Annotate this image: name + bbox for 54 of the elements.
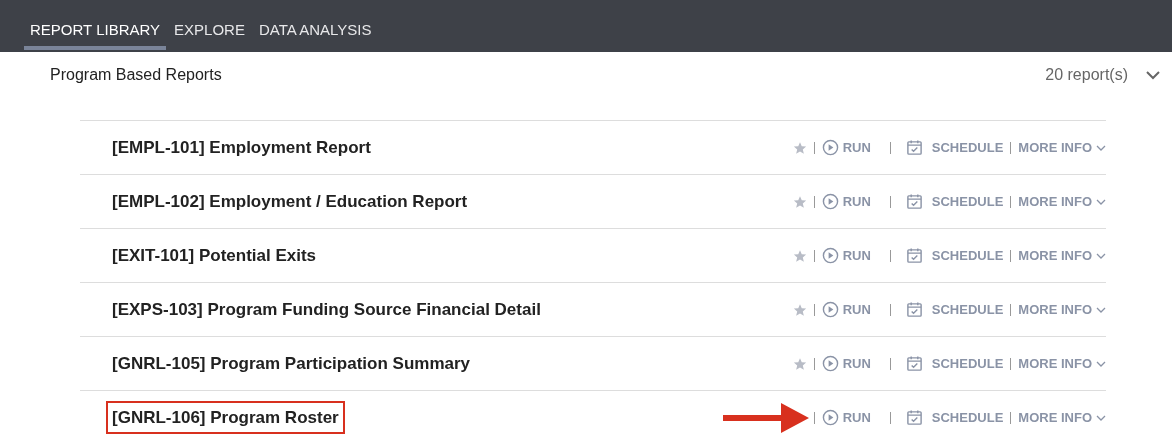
run-link[interactable]: RUN [821, 353, 871, 374]
star-icon[interactable] [792, 248, 807, 263]
schedule-link[interactable]: SCHEDULE [905, 407, 1004, 428]
tab[interactable]: DATA ANALYSIS [252, 0, 378, 50]
section-title: Program Based Reports [50, 65, 222, 85]
chevron-down-icon [1146, 70, 1160, 80]
calendar-icon [905, 409, 923, 426]
play-icon [821, 355, 839, 372]
schedule-link[interactable]: SCHEDULE [905, 191, 1004, 212]
report-title[interactable]: [GNRL-106] Program Roster [106, 400, 345, 435]
chevron-down-icon [1096, 414, 1106, 421]
more-info-link[interactable]: MORE INFO [1018, 407, 1106, 428]
run-link[interactable]: RUN [821, 245, 871, 266]
chevron-down-icon [1096, 144, 1106, 151]
star-icon[interactable] [792, 194, 807, 209]
calendar-icon [905, 139, 923, 156]
more-info-link[interactable]: MORE INFO [1018, 245, 1106, 266]
calendar-icon [905, 301, 923, 318]
star-icon[interactable] [792, 302, 807, 317]
play-icon [821, 301, 839, 318]
more-info-link[interactable]: MORE INFO [1018, 353, 1106, 374]
chevron-down-icon [1096, 198, 1106, 205]
star-icon[interactable] [792, 140, 807, 155]
report-title[interactable]: [EXIT-101] Potential Exits [106, 238, 323, 273]
play-icon [821, 409, 839, 426]
run-link[interactable]: RUN [821, 299, 871, 320]
more-info-link[interactable]: MORE INFO [1018, 299, 1106, 320]
calendar-icon [905, 247, 923, 264]
chevron-down-icon [1096, 306, 1106, 313]
more-info-link[interactable]: MORE INFO [1018, 191, 1106, 212]
report-title[interactable]: [EMPL-101] Employment Report [106, 130, 377, 165]
run-link[interactable]: RUN [821, 137, 871, 158]
report-title[interactable]: [EMPL-102] Employment / Education Report [106, 184, 474, 219]
play-icon [821, 193, 839, 210]
schedule-link[interactable]: SCHEDULE [905, 245, 1004, 266]
play-icon [821, 247, 839, 264]
report-title[interactable]: [GNRL-105] Program Participation Summary [106, 346, 477, 381]
star-icon[interactable] [792, 356, 807, 371]
chevron-down-icon [1096, 360, 1106, 367]
report-count: 20 report(s) [1045, 65, 1128, 85]
tab[interactable]: REPORT LIBRARY [24, 0, 167, 50]
calendar-icon [905, 193, 923, 210]
more-info-link[interactable]: MORE INFO [1018, 137, 1106, 158]
play-icon [821, 139, 839, 156]
run-link[interactable]: RUN [821, 407, 871, 428]
schedule-link[interactable]: SCHEDULE [905, 353, 1004, 374]
schedule-link[interactable]: SCHEDULE [905, 299, 1004, 320]
schedule-link[interactable]: SCHEDULE [905, 137, 1004, 158]
calendar-icon [905, 355, 923, 372]
collapse-toggle[interactable] [1146, 70, 1160, 80]
chevron-down-icon [1096, 252, 1106, 259]
run-link[interactable]: RUN [821, 191, 871, 212]
report-title[interactable]: [EXPS-103] Program Funding Source Financial Detail [106, 292, 547, 327]
tab[interactable]: EXPLORE [168, 0, 251, 50]
